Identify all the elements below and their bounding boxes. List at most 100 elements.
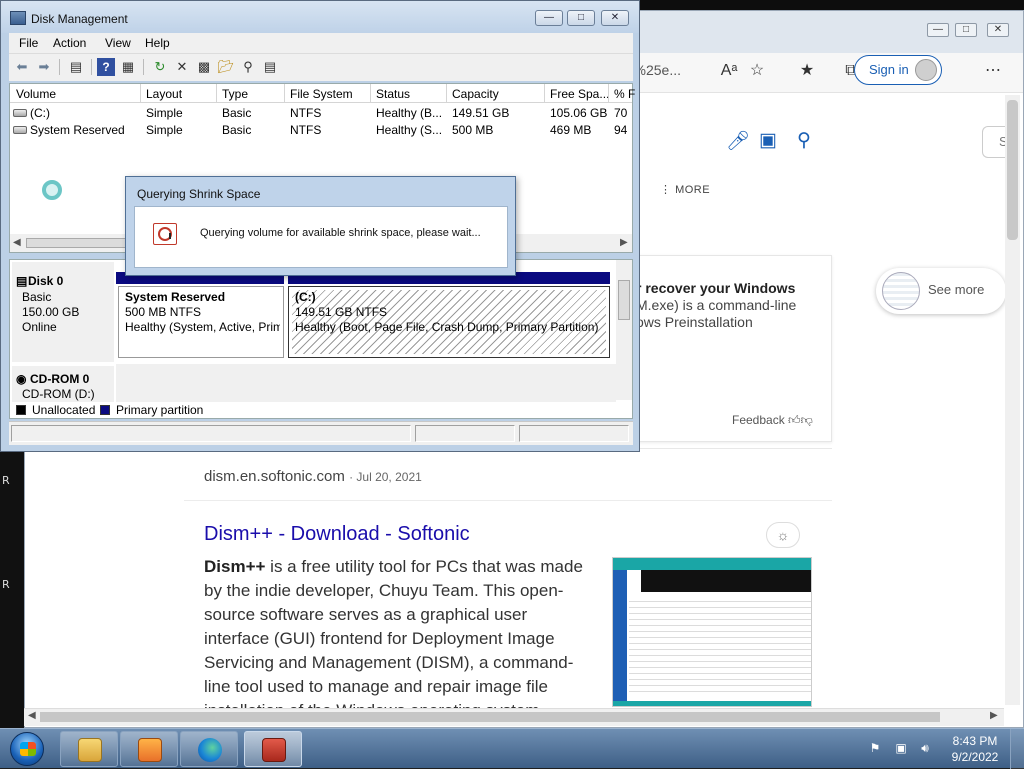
properties-icon[interactable]: ▦ <box>119 58 137 76</box>
column-header-type[interactable]: Type <box>222 87 248 101</box>
clock-date[interactable]: 9/2/2022 <box>950 750 1000 764</box>
column-header-volume[interactable]: Volume <box>16 87 56 101</box>
browser-maximize-button[interactable]: □ <box>955 23 977 37</box>
volume-row-c[interactable]: (C:) Simple Basic NTFS Healthy (B... 149… <box>10 105 632 122</box>
cell-file-system: NTFS <box>290 123 322 137</box>
close-button[interactable]: ✕ <box>601 10 629 26</box>
scroll-left-icon[interactable]: ◀ <box>13 237 21 248</box>
check-disk-icon[interactable]: ▩ <box>195 58 213 76</box>
refresh-icon[interactable]: ↻ <box>151 58 169 76</box>
scroll-right-icon[interactable]: ▶ <box>990 710 998 721</box>
column-header-status[interactable]: Status <box>376 87 410 101</box>
action-center-icon[interactable]: ⚑ <box>868 741 882 755</box>
taskbar-media-player-button[interactable] <box>120 731 178 767</box>
search-icon[interactable]: ⚲ <box>239 58 257 76</box>
scrollbar-thumb[interactable] <box>618 280 630 320</box>
column-divider[interactable] <box>446 84 447 103</box>
taskbar: ⚑ ▣ 🔊︎ 8:43 PM 9/2/2022 <box>0 728 1024 769</box>
visual-search-icon[interactable]: ▣ <box>759 129 777 152</box>
disk-0-label[interactable]: ▤ Disk 0 Basic 150.00 GB Online <box>12 262 114 362</box>
column-divider[interactable] <box>216 84 217 103</box>
lightbulb-icon[interactable]: ☼ <box>766 522 800 548</box>
window-titlebar[interactable]: Disk Management — □ ✕ <box>1 1 639 33</box>
disk-size: 150.00 GB <box>22 305 80 319</box>
column-header-capacity[interactable]: Capacity <box>452 87 499 101</box>
tools-icon[interactable]: ▤ <box>261 58 279 76</box>
open-folder-icon[interactable]: 📂︎ <box>217 58 235 76</box>
maximize-button[interactable]: □ <box>567 10 595 26</box>
secondary-search-input[interactable]: S <box>982 126 1008 158</box>
scrollbar-thumb[interactable] <box>1007 100 1018 240</box>
menu-view[interactable]: View <box>105 36 131 50</box>
back-icon[interactable]: ⬅ <box>13 58 31 76</box>
minimize-button[interactable]: — <box>535 10 563 26</box>
read-aloud-icon[interactable]: A⁠ᵃ <box>718 60 740 82</box>
more-tab[interactable]: ⋮ MORE <box>660 183 710 196</box>
console-tree-icon[interactable]: ▤ <box>67 58 85 76</box>
drive-icon <box>13 109 27 117</box>
cd-rom-icon: ◉ <box>16 372 27 386</box>
microphone-icon[interactable]: 🎤︎ <box>726 129 750 153</box>
desktop-icon-label: R <box>2 578 10 591</box>
toolbar-separator <box>91 59 92 75</box>
scrollbar-thumb[interactable] <box>26 238 136 248</box>
favorites-icon[interactable]: ★ <box>796 60 818 82</box>
cd-rom-area[interactable] <box>116 364 616 402</box>
column-header-layout[interactable]: Layout <box>146 87 182 101</box>
vertical-scrollbar[interactable] <box>616 260 632 400</box>
partition-c[interactable]: (C:) 149.51 GB NTFS Healthy (Boot, Page … <box>288 286 610 358</box>
volume-list-header: Volume Layout Type File System Status Ca… <box>10 84 635 103</box>
see-more-label: See more <box>928 282 985 297</box>
result-thumbnail[interactable] <box>612 557 812 707</box>
result-source[interactable]: dism.en.softonic.com · Jul 20, 2021 <box>204 468 422 485</box>
scrollbar-thumb[interactable] <box>40 712 940 722</box>
add-favorite-icon[interactable]: ☆ <box>746 60 768 82</box>
menu-help[interactable]: Help <box>145 36 170 50</box>
column-header-free-space[interactable]: Free Spa... <box>550 87 609 101</box>
show-desktop-button[interactable] <box>1010 729 1024 769</box>
cd-rom-0-label[interactable]: ◉ CD-ROM 0 CD-ROM (D:) <box>12 366 114 402</box>
column-divider[interactable] <box>544 84 545 103</box>
column-divider[interactable] <box>140 84 141 103</box>
status-pane <box>415 425 515 442</box>
column-divider[interactable] <box>608 84 609 103</box>
column-divider[interactable] <box>370 84 371 103</box>
info-card-title[interactable]: r recover your Windows <box>636 280 795 296</box>
thumbs-up-icon[interactable]: 👍︎ <box>788 413 801 427</box>
start-button[interactable] <box>2 730 54 768</box>
volume-icon[interactable]: 🔊︎ <box>918 741 932 755</box>
thumbs-down-icon[interactable]: 👎︎ <box>801 413 813 427</box>
scroll-left-icon[interactable]: ◀ <box>28 710 36 721</box>
taskbar-edge-button[interactable] <box>180 731 238 767</box>
browser-minimize-button[interactable]: — <box>927 23 949 37</box>
more-options-icon[interactable]: ⋯ <box>982 60 1004 82</box>
feedback-link[interactable]: Feedback 👍︎👎︎ <box>732 413 813 428</box>
search-icon[interactable]: ⚲ <box>797 129 811 152</box>
scroll-right-icon[interactable]: ▶ <box>620 237 628 248</box>
volume-row-system-reserved[interactable]: System Reserved Simple Basic NTFS Health… <box>10 122 632 139</box>
help-icon[interactable]: ? <box>97 58 115 76</box>
sign-in-button[interactable]: Sign in <box>854 55 942 85</box>
forward-icon[interactable]: ➡ <box>35 58 53 76</box>
taskbar-explorer-button[interactable] <box>60 731 118 767</box>
delete-icon[interactable]: ✕ <box>173 58 191 76</box>
menu-file[interactable]: File <box>19 36 38 50</box>
taskbar-disk-management-button[interactable] <box>244 731 302 767</box>
column-header-percent-free[interactable]: % F <box>614 87 635 101</box>
horizontal-scrollbar[interactable]: ◀ ▶ <box>24 708 1004 726</box>
sign-in-label: Sign in <box>869 62 909 77</box>
see-more-button[interactable]: See more <box>876 268 1006 314</box>
toolbar-separator <box>59 59 60 75</box>
partition-system-reserved[interactable]: System Reserved 500 MB NTFS Healthy (Sys… <box>118 286 284 358</box>
column-divider[interactable] <box>284 84 285 103</box>
menu-action[interactable]: Action <box>53 36 86 50</box>
clock-time[interactable]: 8:43 PM <box>950 734 1000 748</box>
browser-close-button[interactable]: ✕ <box>987 23 1009 37</box>
computer-management-icon <box>262 738 286 762</box>
network-icon[interactable]: ▣ <box>894 741 908 755</box>
column-header-file-system[interactable]: File System <box>290 87 353 101</box>
disk-name: CD-ROM 0 <box>30 372 90 386</box>
result-title-link[interactable]: Dism++ - Download - Softonic <box>204 523 470 546</box>
partition-content: (C:) 149.51 GB NTFS Healthy (Boot, Page … <box>292 290 606 354</box>
thumbnail-banner <box>641 570 811 592</box>
